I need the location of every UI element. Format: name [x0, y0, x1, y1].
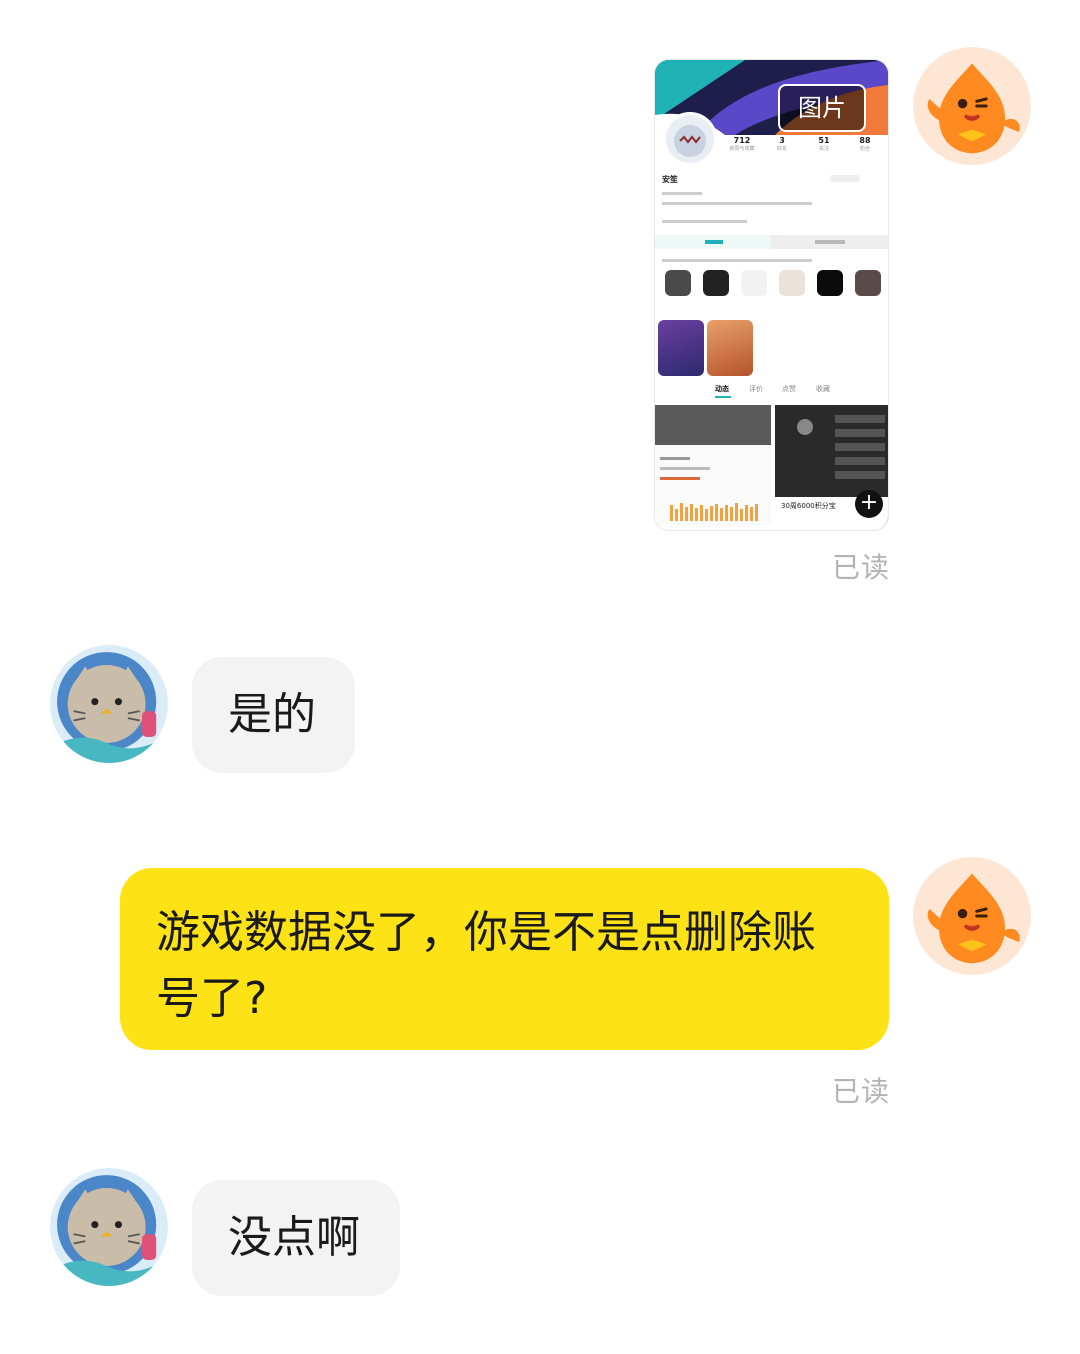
self-avatar-icon[interactable] — [913, 47, 1031, 165]
image-message[interactable]: 图片 712 获赞与收藏 3 好友 51 关注 88 粉丝 安笙 动态 评价 点赞 — [655, 60, 888, 530]
game-icon — [665, 270, 691, 296]
profile-bio-line — [662, 192, 702, 195]
feed-caption: 30周6000积分宝 — [781, 502, 836, 510]
stat-item: 51 关注 — [818, 136, 830, 152]
profile-username: 安笙 — [662, 175, 678, 184]
chat-thread: 图片 712 获赞与收藏 3 好友 51 关注 88 粉丝 安笙 动态 评价 点赞 — [0, 0, 1080, 1354]
image-tag-label: 图片 — [778, 84, 866, 132]
other-avatar-icon[interactable] — [50, 645, 168, 763]
platform-tabbar — [655, 235, 888, 249]
feed-thumbnail — [655, 405, 771, 525]
stat-item: 712 获赞与收藏 — [729, 136, 755, 152]
game-stats-line — [662, 259, 812, 262]
stat-item: 3 好友 — [776, 136, 787, 152]
read-status: 已读 — [832, 551, 891, 584]
profile-avatar-icon — [663, 112, 717, 166]
feed-tab: 动态 — [715, 385, 729, 393]
game-icon — [741, 270, 767, 296]
other-avatar-icon[interactable] — [50, 1168, 168, 1286]
feed-tab: 点赞 — [782, 385, 796, 393]
game-icon — [779, 270, 805, 296]
read-status: 已读 — [832, 1075, 891, 1108]
game-icon — [817, 270, 843, 296]
feed-tab: 评价 — [749, 385, 763, 393]
feed-tab: 收藏 — [816, 385, 830, 393]
stat-item: 88 粉丝 — [859, 136, 871, 152]
game-card — [658, 320, 704, 376]
edit-profile-pill — [830, 175, 860, 182]
game-card — [707, 320, 753, 376]
incoming-message[interactable]: 没点啊 — [192, 1180, 400, 1296]
game-icon — [855, 270, 881, 296]
plus-icon: + — [855, 490, 883, 518]
incoming-message[interactable]: 是的 — [192, 657, 355, 773]
outgoing-message[interactable]: 游戏数据没了，你是不是点删除账号了? — [120, 868, 889, 1050]
profile-badges-line — [662, 220, 747, 223]
active-tab-indicator — [715, 396, 731, 398]
profile-info-line — [662, 202, 812, 205]
self-avatar-icon[interactable] — [913, 857, 1031, 975]
game-icon — [703, 270, 729, 296]
